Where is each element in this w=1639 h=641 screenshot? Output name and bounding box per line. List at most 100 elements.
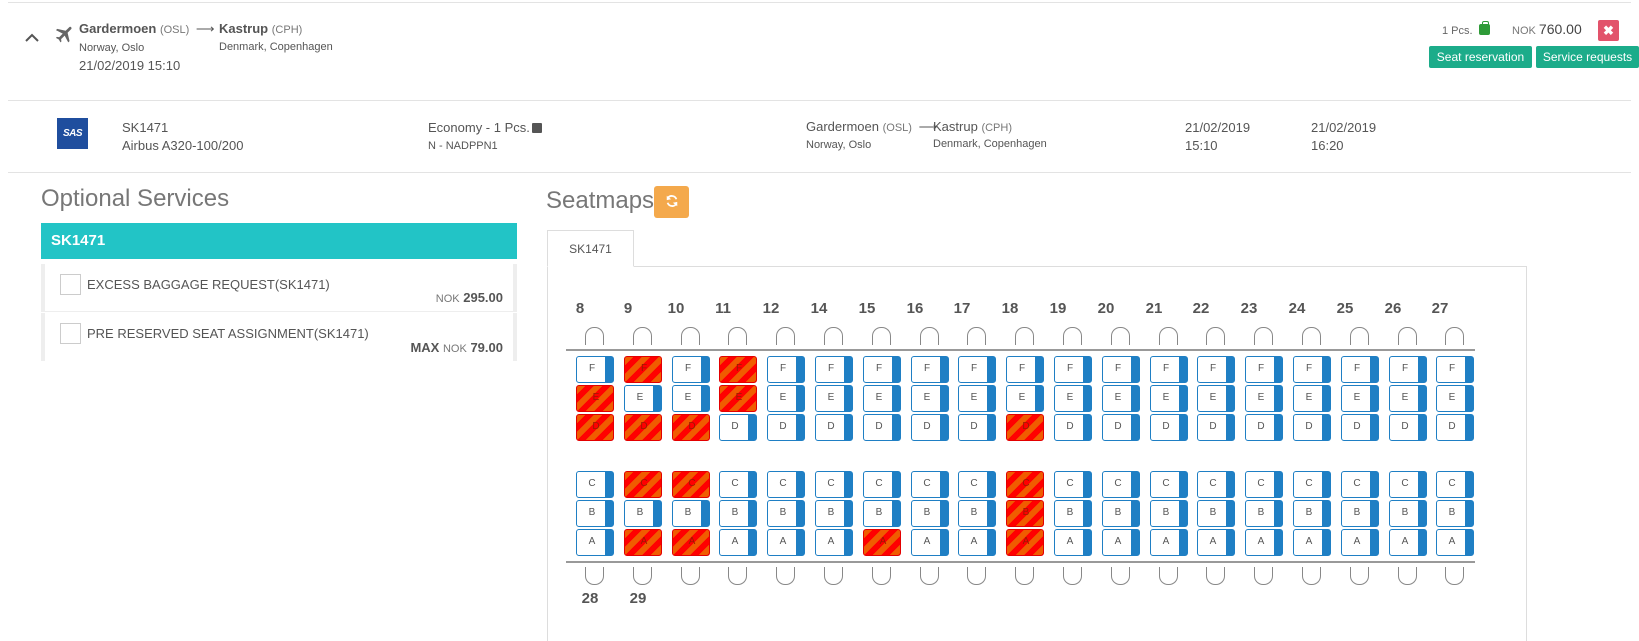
seat-12F[interactable]: F — [767, 356, 805, 383]
seat-24A[interactable]: A — [1293, 529, 1331, 556]
seat-27E[interactable]: E — [1436, 385, 1474, 412]
seat-22C[interactable]: C — [1197, 471, 1235, 498]
seat-11B[interactable]: B — [719, 500, 757, 527]
seat-11D[interactable]: D — [719, 414, 757, 441]
seat-19B[interactable]: B — [1054, 500, 1092, 527]
seat-14B[interactable]: B — [815, 500, 853, 527]
seat-17D[interactable]: D — [958, 414, 996, 441]
seat-21C[interactable]: C — [1150, 471, 1188, 498]
seat-18E[interactable]: E — [1006, 385, 1044, 412]
seat-19D[interactable]: D — [1054, 414, 1092, 441]
seat-25D[interactable]: D — [1341, 414, 1379, 441]
seat-reservation-button[interactable]: Seat reservation — [1429, 46, 1532, 68]
seat-12E[interactable]: E — [767, 385, 805, 412]
seat-20E[interactable]: E — [1102, 385, 1140, 412]
seat-14D[interactable]: D — [815, 414, 853, 441]
seat-14C[interactable]: C — [815, 471, 853, 498]
seat-25A[interactable]: A — [1341, 529, 1379, 556]
seat-24E[interactable]: E — [1293, 385, 1331, 412]
seat-8B[interactable]: B — [576, 500, 614, 527]
seat-19A[interactable]: A — [1054, 529, 1092, 556]
seat-16E[interactable]: E — [911, 385, 949, 412]
seat-21E[interactable]: E — [1150, 385, 1188, 412]
seat-26F[interactable]: F — [1389, 356, 1427, 383]
service-checkbox[interactable] — [60, 323, 81, 344]
remove-flight-button[interactable]: ✖ — [1598, 20, 1619, 41]
seat-8C[interactable]: C — [576, 471, 614, 498]
seat-23D[interactable]: D — [1245, 414, 1283, 441]
seat-23F[interactable]: F — [1245, 356, 1283, 383]
seat-17B[interactable]: B — [958, 500, 996, 527]
seat-8F[interactable]: F — [576, 356, 614, 383]
seat-16B[interactable]: B — [911, 500, 949, 527]
seat-25C[interactable]: C — [1341, 471, 1379, 498]
seat-22E[interactable]: E — [1197, 385, 1235, 412]
seat-25B[interactable]: B — [1341, 500, 1379, 527]
seat-22F[interactable]: F — [1197, 356, 1235, 383]
seat-26A[interactable]: A — [1389, 529, 1427, 556]
service-requests-button[interactable]: Service requests — [1536, 46, 1639, 68]
seat-21D[interactable]: D — [1150, 414, 1188, 441]
seat-22B[interactable]: B — [1197, 500, 1235, 527]
seat-24F[interactable]: F — [1293, 356, 1331, 383]
seat-15C[interactable]: C — [863, 471, 901, 498]
seat-14A[interactable]: A — [815, 529, 853, 556]
seat-16A[interactable]: A — [911, 529, 949, 556]
seat-27A[interactable]: A — [1436, 529, 1474, 556]
seat-21B[interactable]: B — [1150, 500, 1188, 527]
seat-20C[interactable]: C — [1102, 471, 1140, 498]
seat-18F[interactable]: F — [1006, 356, 1044, 383]
seat-12C[interactable]: C — [767, 471, 805, 498]
seat-27B[interactable]: B — [1436, 500, 1474, 527]
seat-16D[interactable]: D — [911, 414, 949, 441]
service-checkbox[interactable] — [60, 274, 81, 295]
seat-19E[interactable]: E — [1054, 385, 1092, 412]
seat-24C[interactable]: C — [1293, 471, 1331, 498]
refresh-button[interactable] — [654, 186, 689, 218]
seat-26D[interactable]: D — [1389, 414, 1427, 441]
seat-19C[interactable]: C — [1054, 471, 1092, 498]
seat-19F[interactable]: F — [1054, 356, 1092, 383]
seat-11C[interactable]: C — [719, 471, 757, 498]
seat-25F[interactable]: F — [1341, 356, 1379, 383]
seat-16F[interactable]: F — [911, 356, 949, 383]
seat-16C[interactable]: C — [911, 471, 949, 498]
seat-12D[interactable]: D — [767, 414, 805, 441]
seat-20B[interactable]: B — [1102, 500, 1140, 527]
seat-27F[interactable]: F — [1436, 356, 1474, 383]
seat-14F[interactable]: F — [815, 356, 853, 383]
seat-9E[interactable]: E — [624, 385, 662, 412]
seat-21F[interactable]: F — [1150, 356, 1188, 383]
seat-17F[interactable]: F — [958, 356, 996, 383]
seat-15B[interactable]: B — [863, 500, 901, 527]
seat-24B[interactable]: B — [1293, 500, 1331, 527]
seat-26E[interactable]: E — [1389, 385, 1427, 412]
seat-20F[interactable]: F — [1102, 356, 1140, 383]
seat-23B[interactable]: B — [1245, 500, 1283, 527]
seat-23E[interactable]: E — [1245, 385, 1283, 412]
seat-10F[interactable]: F — [672, 356, 710, 383]
seat-26B[interactable]: B — [1389, 500, 1427, 527]
seat-15E[interactable]: E — [863, 385, 901, 412]
seat-21A[interactable]: A — [1150, 529, 1188, 556]
seat-22D[interactable]: D — [1197, 414, 1235, 441]
seat-26C[interactable]: C — [1389, 471, 1427, 498]
seat-25E[interactable]: E — [1341, 385, 1379, 412]
seat-20D[interactable]: D — [1102, 414, 1140, 441]
seat-17A[interactable]: A — [958, 529, 996, 556]
seat-23A[interactable]: A — [1245, 529, 1283, 556]
seat-15F[interactable]: F — [863, 356, 901, 383]
seat-10B[interactable]: B — [672, 500, 710, 527]
seat-9B[interactable]: B — [624, 500, 662, 527]
seat-10E[interactable]: E — [672, 385, 710, 412]
seat-17C[interactable]: C — [958, 471, 996, 498]
seat-8A[interactable]: A — [576, 529, 614, 556]
seat-17E[interactable]: E — [958, 385, 996, 412]
seat-11A[interactable]: A — [719, 529, 757, 556]
seat-12B[interactable]: B — [767, 500, 805, 527]
chevron-up-icon[interactable] — [22, 27, 42, 47]
seat-22A[interactable]: A — [1197, 529, 1235, 556]
seat-14E[interactable]: E — [815, 385, 853, 412]
tab-sk1471[interactable]: SK1471 — [547, 230, 634, 267]
seat-12A[interactable]: A — [767, 529, 805, 556]
